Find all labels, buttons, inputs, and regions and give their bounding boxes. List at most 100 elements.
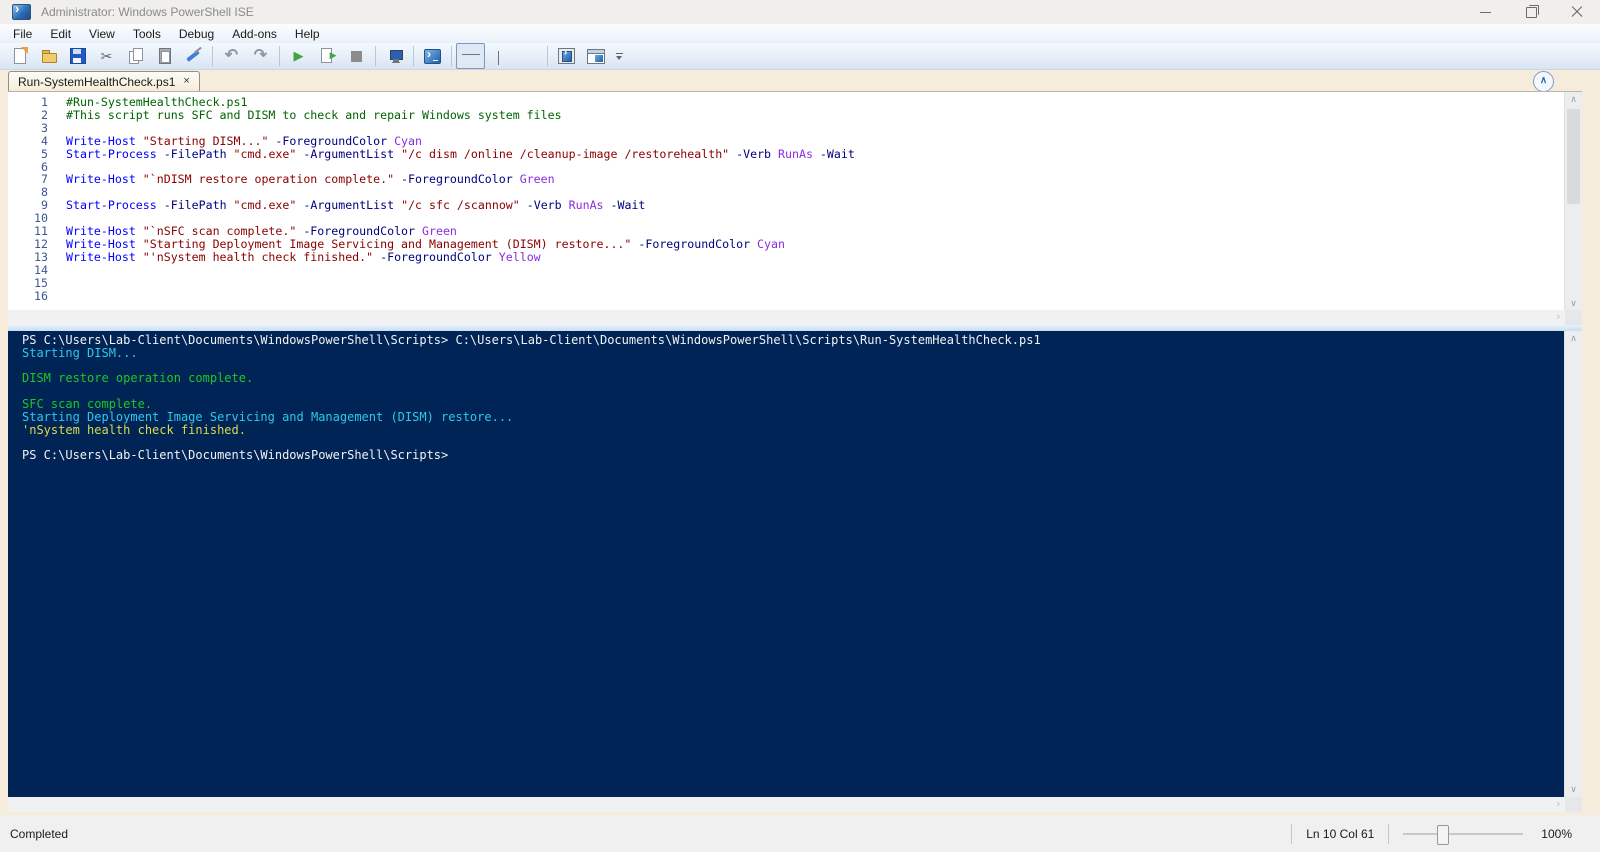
show-script-pane-maximized-icon — [520, 47, 538, 65]
powershell-app-icon — [12, 1, 31, 20]
code-line: 13 Write-Host "'nSystem health check fini… — [8, 249, 1564, 264]
toolbar-separator — [451, 46, 452, 66]
console-line: DISM restore operation complete. — [22, 371, 254, 386]
toolbar-separator — [279, 46, 280, 66]
new-script-icon — [11, 47, 29, 65]
paste-icon — [156, 47, 174, 65]
clear-console-pane-button[interactable] — [179, 43, 208, 69]
save-script-button[interactable] — [63, 43, 92, 69]
separator — [1291, 823, 1293, 844]
menu-help[interactable]: Help — [286, 26, 329, 42]
line-number: 1 — [41, 95, 48, 109]
toolbar-separator — [212, 46, 213, 66]
show-command-window-button[interactable] — [581, 43, 610, 69]
show-script-pane-top-icon — [461, 47, 480, 65]
new-script-button[interactable] — [5, 43, 34, 69]
minimize-icon — [1479, 11, 1491, 13]
new-powershell-tab-button[interactable] — [552, 43, 581, 69]
stop-operation-button[interactable] — [342, 43, 371, 69]
zoom-slider[interactable] — [1403, 824, 1524, 845]
toolbar-overflow-button[interactable] — [612, 44, 626, 68]
console-line: Starting Deployment Image Servicing and … — [22, 409, 514, 424]
scroll-down-icon[interactable]: ∨ — [1565, 782, 1582, 797]
console-line: Starting DISM... — [22, 345, 138, 360]
run-script-button[interactable]: ▶ — [284, 43, 313, 69]
editor-scroll-thumb[interactable] — [1567, 109, 1580, 204]
code-line: 7 Write-Host "`nDISM restore operation co… — [8, 173, 1564, 186]
window-title: Administrator: Windows PowerShell ISE — [41, 5, 254, 19]
title-bar: Administrator: Windows PowerShell ISE — [0, 0, 1600, 24]
close-button[interactable] — [1554, 0, 1600, 24]
menu-addons[interactable]: Add-ons — [223, 26, 286, 42]
run-selection-button[interactable] — [313, 43, 342, 69]
paste-button[interactable] — [150, 43, 179, 69]
editor-horizontal-scrollbar[interactable]: › — [8, 310, 1582, 325]
menu-file[interactable]: File — [4, 26, 41, 42]
console-line: 'nSystem health check finished. — [22, 422, 246, 437]
start-powershell-exe-button[interactable] — [418, 43, 447, 69]
window-controls — [1462, 0, 1600, 24]
code-line: 9 Start-Process -FilePath "cmd.exe" -Argu… — [8, 199, 1564, 212]
save-script-icon — [69, 48, 86, 64]
console-pane[interactable]: PS C:\Users\Lab-Client\Documents\Windows… — [8, 331, 1582, 797]
console-output[interactable]: PS C:\Users\Lab-Client\Documents\Windows… — [8, 331, 1564, 797]
console-line: PS C:\Users\Lab-Client\Documents\Windows… — [22, 333, 1041, 347]
script-editor-body[interactable]: 1 #Run-SystemHealthCheck.ps1 2 #This script… — [8, 92, 1564, 311]
copy-icon — [127, 47, 145, 65]
console-line: PS C:\Users\Lab-Client\Documents\Windows… — [22, 448, 449, 463]
console-scroll-track[interactable] — [1565, 346, 1582, 782]
run-script-icon: ▶ — [293, 48, 304, 63]
menu-bar: File Edit View Tools Debug Add-ons Help — [0, 24, 1600, 43]
zoom-slider-track[interactable] — [1403, 832, 1524, 835]
scroll-right-icon[interactable]: › — [1556, 798, 1560, 810]
show-command-window-icon — [586, 48, 605, 64]
open-script-button[interactable] — [34, 43, 63, 69]
line-number: 15 — [34, 275, 48, 290]
editor-scroll-track[interactable] — [1565, 107, 1582, 296]
script-editor-pane[interactable]: 1 #Run-SystemHealthCheck.ps1 2 #This script… — [8, 91, 1582, 311]
minimize-button[interactable] — [1462, 0, 1508, 24]
show-script-pane-maximized-button[interactable] — [514, 43, 543, 69]
console-vertical-scrollbar[interactable]: ∧ ∨ — [1564, 331, 1582, 797]
line-number: 14 — [34, 262, 48, 277]
zoom-slider-thumb[interactable] — [1437, 824, 1450, 845]
line-number: 12 — [34, 236, 48, 251]
scroll-right-icon[interactable]: › — [1556, 311, 1560, 323]
show-script-pane-top-button[interactable] — [456, 43, 485, 69]
scroll-down-icon[interactable]: ∨ — [1565, 296, 1582, 311]
cursor-position: Ln 10 Col 61 — [1306, 826, 1375, 841]
toolbar-separator — [547, 46, 548, 66]
editor-vertical-scrollbar[interactable]: ∧ ∨ — [1564, 92, 1582, 311]
show-script-pane-right-button[interactable] — [485, 43, 514, 69]
status-right-cluster: Ln 10 Col 61 100% — [1277, 823, 1572, 845]
cut-icon: ✂ — [100, 48, 113, 64]
new-remote-powershell-tab-icon — [386, 47, 404, 65]
redo-button[interactable]: ↷ — [246, 43, 275, 69]
start-powershell-exe-icon — [424, 47, 441, 64]
menu-view[interactable]: View — [80, 26, 124, 42]
copy-button[interactable] — [121, 43, 150, 69]
collapse-script-pane-button[interactable]: ∧ — [1533, 71, 1554, 92]
menu-edit[interactable]: Edit — [41, 26, 80, 42]
scroll-up-icon[interactable]: ∧ — [1565, 331, 1582, 346]
restore-button[interactable] — [1508, 0, 1554, 24]
toolbar: ✂ ↶ ↷ ▶ — [0, 43, 1600, 70]
open-script-icon — [40, 47, 58, 65]
toolbar-separator — [375, 46, 376, 66]
script-tab-label: Run-SystemHealthCheck.ps1 — [18, 74, 176, 89]
menu-debug[interactable]: Debug — [170, 26, 223, 42]
cut-button[interactable]: ✂ — [92, 43, 121, 69]
powershell-ise-window: Administrator: Windows PowerShell ISE Fi… — [0, 0, 1600, 852]
new-powershell-tab-icon — [558, 47, 575, 64]
close-icon — [1571, 6, 1583, 18]
new-remote-powershell-tab-button[interactable] — [380, 43, 409, 69]
menu-tools[interactable]: Tools — [124, 26, 170, 42]
tab-close-icon[interactable]: × — [183, 76, 189, 87]
script-tab[interactable]: Run-SystemHealthCheck.ps1 × — [8, 71, 200, 91]
console-horizontal-scrollbar[interactable]: › — [8, 797, 1582, 812]
undo-button[interactable]: ↶ — [217, 43, 246, 69]
scroll-up-icon[interactable]: ∧ — [1565, 92, 1582, 107]
line-number: 13 — [34, 249, 48, 264]
